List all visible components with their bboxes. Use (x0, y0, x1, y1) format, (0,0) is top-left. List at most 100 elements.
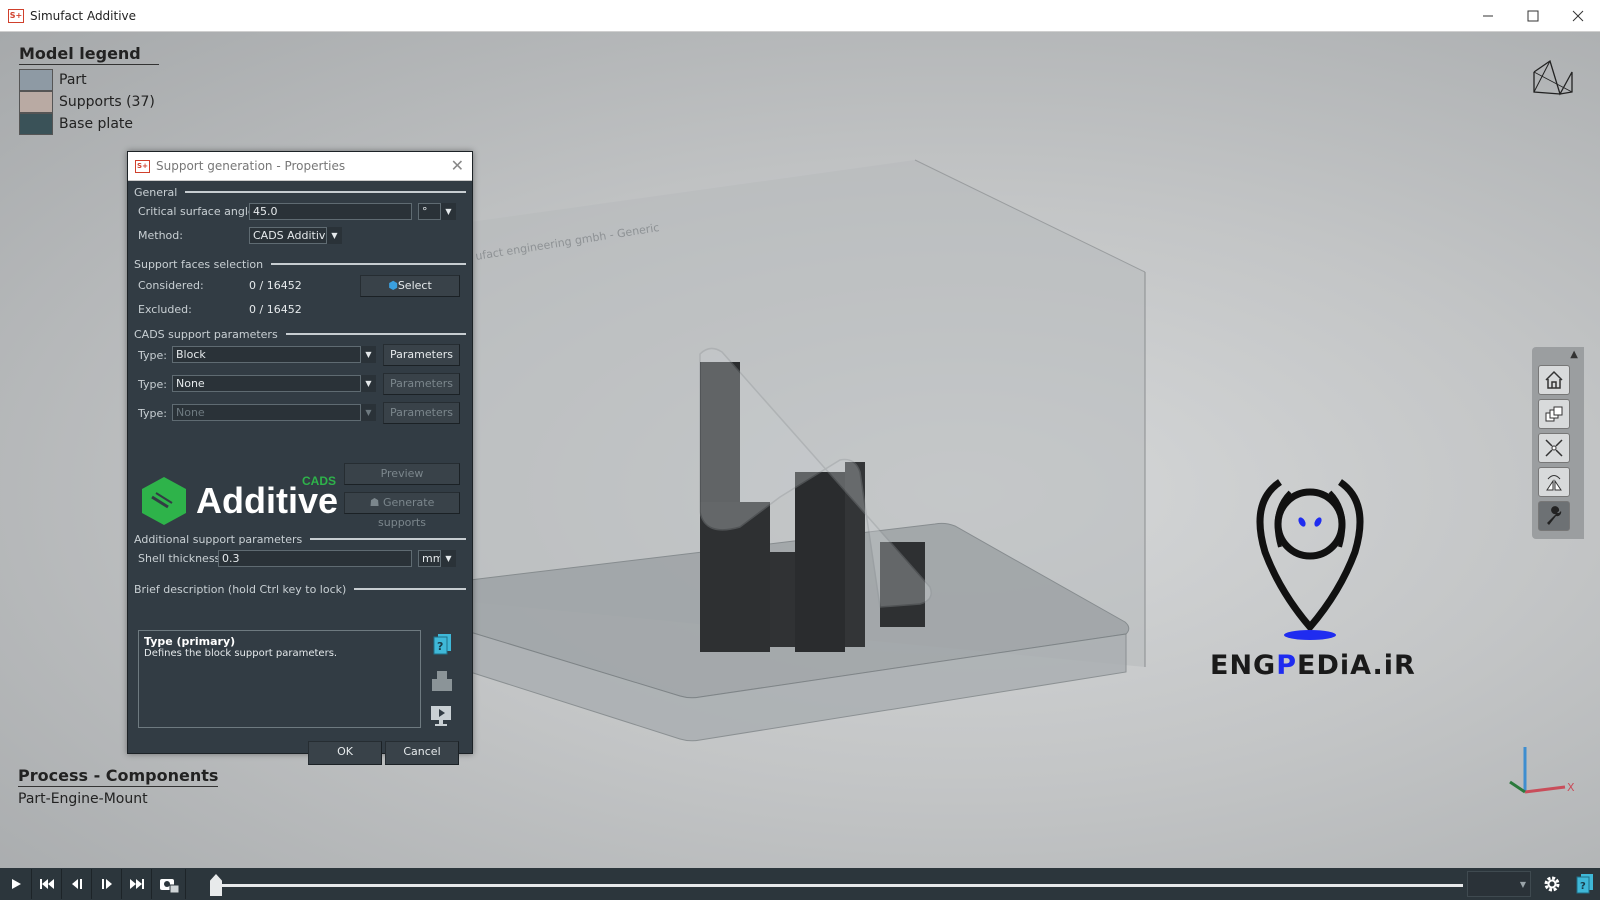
section-divider (271, 263, 466, 265)
type-label: Type: (138, 349, 167, 362)
section-divider (310, 538, 466, 540)
section-support-faces: Support faces selection (134, 256, 466, 272)
chevron-down-icon[interactable]: ▼ (440, 550, 456, 567)
legend-item-supports: Supports (37) (19, 91, 159, 113)
close-icon (1572, 10, 1583, 22)
step-back-button[interactable] (62, 869, 92, 899)
chevron-down-icon[interactable]: ▼ (360, 375, 376, 392)
considered-value: 0 / 16452 (249, 279, 302, 292)
maximize-button[interactable] (1510, 0, 1555, 32)
step-forward-icon (101, 879, 112, 889)
process-title: Process - Components (18, 766, 219, 787)
section-label: Support faces selection (134, 257, 264, 271)
select-faces-button[interactable]: ⬢Select (360, 275, 460, 297)
collapse-toolbar-icon[interactable]: ▲ (1570, 349, 1578, 360)
chevron-down-icon[interactable]: ▼ (360, 346, 376, 363)
fit-view-button[interactable] (1538, 433, 1570, 463)
mirror-view-button[interactable] (1538, 467, 1570, 497)
section-divider (354, 588, 466, 590)
shell-thickness-input[interactable]: 0.3 (218, 550, 412, 567)
excluded-value: 0 / 16452 (249, 303, 302, 316)
window-titlebar: S+ Simufact Additive (0, 0, 1600, 32)
generate-supports-icon: ☗ (369, 496, 380, 509)
part-color-swatch (19, 69, 53, 91)
svg-text:?: ? (437, 640, 443, 653)
chevron-down-icon[interactable]: ▼ (326, 227, 342, 244)
skip-last-icon (129, 879, 144, 889)
parameters-button-secondary: Parameters (383, 373, 460, 395)
section-label: Additional support parameters (134, 532, 303, 546)
minimize-button[interactable] (1465, 0, 1510, 32)
ok-button[interactable]: OK (308, 741, 382, 765)
chevron-down-icon: ▼ (1519, 880, 1526, 889)
help-button-bottom[interactable]: ? (1570, 869, 1598, 899)
supports-color-swatch (19, 91, 53, 113)
legend-title: Model legend (19, 44, 159, 65)
type-select-primary[interactable]: Block (172, 346, 376, 363)
section-brief-description: Brief description (hold Ctrl key to lock… (134, 581, 466, 597)
component-name: Part-Engine-Mount (18, 791, 148, 807)
step-back-icon (71, 879, 82, 889)
dialog-title: Support generation - Properties (156, 159, 346, 173)
considered-label: Considered: (138, 279, 204, 292)
parameters-button-tertiary: Parameters (383, 402, 460, 424)
print-button[interactable] (428, 667, 454, 695)
rotate-view-button[interactable] (1538, 399, 1570, 429)
chevron-down-icon: ▼ (360, 404, 376, 421)
timeline-slider-handle[interactable] (210, 874, 222, 896)
timeline-select[interactable]: ▼ (1467, 871, 1531, 897)
section-general: General (134, 184, 466, 200)
base-plate-color-swatch (19, 113, 53, 135)
legend-label: Part (59, 72, 87, 88)
fit-to-view-icon (1545, 439, 1563, 457)
dialog-app-icon: S+ (135, 159, 150, 173)
legend-item-part: Part (19, 69, 159, 91)
description-box: Type (primary) Defines the block support… (138, 630, 421, 728)
skip-first-icon (39, 879, 54, 889)
svg-text:?: ? (1580, 881, 1586, 892)
method-label: Method: (138, 229, 183, 242)
play-button[interactable] (0, 869, 32, 899)
play-icon (11, 879, 21, 889)
first-frame-button[interactable] (32, 869, 62, 899)
model-legend: Model legend Part Supports (37) Base pla… (19, 44, 159, 135)
cancel-button[interactable]: Cancel (385, 741, 459, 765)
tools-button[interactable] (1538, 501, 1570, 531)
select-faces-icon: ⬢ (388, 279, 398, 292)
playback-bar: ▼ ? (0, 868, 1600, 900)
type-label: Type: (138, 378, 167, 391)
shell-thickness-label: Shell thickness: (138, 552, 224, 565)
settings-button[interactable] (1538, 869, 1566, 899)
type-label: Type: (138, 407, 167, 420)
logo-badge: CADS (302, 474, 337, 488)
screenshot-button[interactable] (152, 869, 186, 899)
camera-save-icon (159, 879, 179, 894)
legend-label: Supports (37) (59, 94, 155, 110)
help-button[interactable]: ? (428, 631, 454, 659)
cads-hexagon-icon (142, 477, 186, 525)
gear-icon (1544, 876, 1560, 892)
close-button[interactable] (1555, 0, 1600, 32)
engpedia-watermark: ENGPEDiA.iR (1210, 452, 1415, 681)
step-forward-button[interactable] (92, 869, 122, 899)
view-orientation-icon[interactable] (1532, 58, 1576, 102)
legend-label: Base plate (59, 116, 133, 132)
chevron-down-icon[interactable]: ▼ (440, 203, 456, 220)
dialog-close-icon[interactable]: ✕ (451, 156, 464, 175)
help-pages-icon: ? (1576, 874, 1593, 894)
critical-angle-label: Critical surface angle: (138, 205, 259, 218)
dialog-titlebar[interactable]: S+ Support generation - Properties ✕ (128, 152, 472, 181)
minimize-icon (1482, 15, 1493, 17)
parameters-button-primary[interactable]: Parameters (383, 344, 460, 366)
home-view-button[interactable] (1538, 365, 1570, 395)
section-additional-parameters: Additional support parameters (134, 531, 466, 547)
type-select-secondary[interactable]: None (172, 375, 376, 392)
last-frame-button[interactable] (122, 869, 152, 899)
generate-supports-button: ☗ Generate supports (344, 492, 460, 529)
critical-angle-input[interactable]: 45.0 (249, 203, 412, 220)
timeline-track[interactable] (218, 884, 1463, 887)
video-monitor-icon (431, 706, 451, 726)
view-toolbar: ▲ (1532, 347, 1584, 539)
cads-additive-logo: Additive CADS (140, 474, 338, 527)
video-button[interactable] (428, 702, 454, 730)
